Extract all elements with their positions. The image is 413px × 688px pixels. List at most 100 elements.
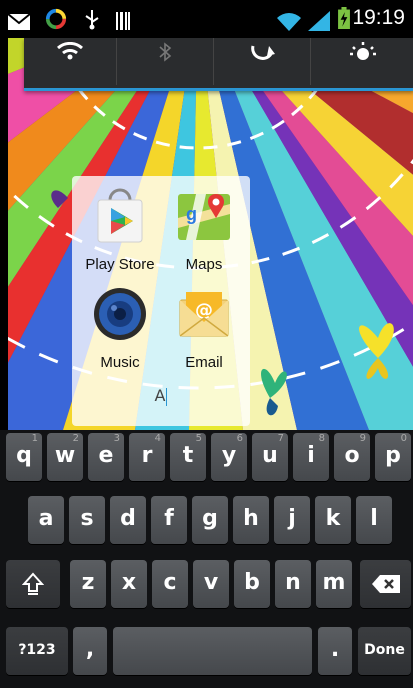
key-label: x (121, 570, 137, 595)
app-music[interactable]: Music (80, 284, 160, 374)
key-hint: 8 (318, 433, 325, 444)
delete-key[interactable] (360, 560, 411, 608)
wifi-toggle[interactable] (24, 38, 117, 85)
key-hint: 5 (195, 433, 202, 444)
key-l[interactable]: l (356, 496, 392, 544)
key-n[interactable]: n (275, 560, 311, 608)
brightness-icon (349, 42, 376, 60)
brightness-toggle[interactable] (311, 38, 413, 85)
bluetooth-toggle[interactable] (117, 38, 214, 85)
shift-icon (22, 572, 44, 595)
key-label: f (164, 506, 174, 531)
key-hint: 7 (277, 433, 284, 444)
key-d[interactable]: d (110, 496, 146, 544)
key-hint: 6 (236, 433, 243, 444)
folder-name-input[interactable]: A (72, 386, 250, 406)
maps-icon: g (178, 194, 230, 240)
key-hint: 3 (113, 433, 120, 444)
key-x[interactable]: x (111, 560, 147, 608)
folder-name-text: A (154, 386, 166, 405)
soft-keyboard: 1q 2w 3e 4r 5t 6y 7u 8i 9o 0p a s d f g … (0, 430, 413, 688)
comma-key[interactable]: , (73, 627, 107, 675)
key-label: b (244, 570, 260, 595)
key-hint: 2 (72, 433, 79, 444)
period-key[interactable]: . (318, 627, 352, 675)
shift-key[interactable] (6, 560, 60, 608)
key-hint: 9 (359, 433, 366, 444)
key-k[interactable]: k (315, 496, 351, 544)
music-icon (94, 288, 146, 340)
key-w[interactable]: 2w (47, 433, 83, 481)
backspace-icon (371, 575, 400, 593)
key-hint: 0 (400, 433, 407, 444)
key-a[interactable]: a (28, 496, 64, 544)
quick-settings-panel (24, 38, 413, 91)
signal-icon (308, 11, 330, 31)
mail-icon (8, 13, 30, 30)
key-label: l (370, 506, 378, 531)
key-label: v (203, 570, 219, 595)
key-h[interactable]: h (233, 496, 269, 544)
app-maps[interactable]: g Maps (164, 186, 244, 276)
usb-icon (85, 10, 99, 30)
app-play-store[interactable]: Play Store (80, 186, 160, 276)
key-c[interactable]: c (152, 560, 188, 608)
key-label: j (288, 506, 296, 531)
status-clock: 19:19 (352, 6, 405, 29)
key-i[interactable]: 8i (293, 433, 329, 481)
app-label: Maps (185, 256, 223, 273)
key-q[interactable]: 1q (6, 433, 42, 481)
key-label: g (202, 506, 218, 531)
key-y[interactable]: 6y (211, 433, 247, 481)
key-m[interactable]: m (316, 560, 352, 608)
app-email[interactable]: @ Email (164, 284, 244, 374)
key-label: s (80, 506, 94, 531)
key-j[interactable]: j (274, 496, 310, 544)
wifi-icon (277, 13, 301, 31)
key-t[interactable]: 5t (170, 433, 206, 481)
key-b[interactable]: b (234, 560, 270, 608)
key-hint: 1 (31, 433, 38, 444)
key-label: t (182, 443, 194, 468)
key-label: k (325, 506, 341, 531)
email-icon: @ (179, 292, 229, 337)
key-p[interactable]: 0p (375, 433, 411, 481)
key-label: c (163, 570, 177, 595)
status-bar: 19:19 (0, 0, 413, 38)
auto-rotate-icon (251, 45, 275, 60)
key-label: m (322, 570, 346, 595)
key-label: , (85, 637, 95, 662)
app-folder-popup: Play Store g Maps Music @ Email A (72, 176, 250, 426)
key-label: y (221, 443, 237, 468)
app-label: Play Store (85, 256, 155, 273)
key-label: . (330, 637, 340, 662)
key-e[interactable]: 3e (88, 433, 124, 481)
key-u[interactable]: 7u (252, 433, 288, 481)
key-g[interactable]: g (192, 496, 228, 544)
key-hint: 4 (154, 433, 161, 444)
key-label: r (141, 443, 153, 468)
phone-screen: 19:19 Play Store g Maps Music @ Email A … (0, 0, 413, 688)
key-label: i (307, 443, 315, 468)
key-z[interactable]: z (70, 560, 106, 608)
key-f[interactable]: f (151, 496, 187, 544)
symbols-key[interactable]: ?123 (6, 627, 68, 675)
sync-icon (45, 8, 67, 30)
key-label: p (385, 443, 401, 468)
key-label: n (285, 570, 301, 595)
key-label: Done (364, 642, 405, 658)
play-store-icon (97, 188, 143, 243)
key-r[interactable]: 4r (129, 433, 165, 481)
battery-charging-icon (338, 7, 350, 29)
key-label: e (98, 443, 114, 468)
key-v[interactable]: v (193, 560, 229, 608)
key-label: ?123 (18, 642, 56, 658)
key-o[interactable]: 9o (334, 433, 370, 481)
auto-rotate-toggle[interactable] (214, 38, 311, 85)
key-label: u (262, 443, 278, 468)
key-s[interactable]: s (69, 496, 105, 544)
done-key[interactable]: Done (358, 627, 411, 675)
barcode-icon (116, 12, 130, 30)
app-label: Email (185, 354, 223, 371)
space-bar[interactable] (113, 627, 312, 675)
